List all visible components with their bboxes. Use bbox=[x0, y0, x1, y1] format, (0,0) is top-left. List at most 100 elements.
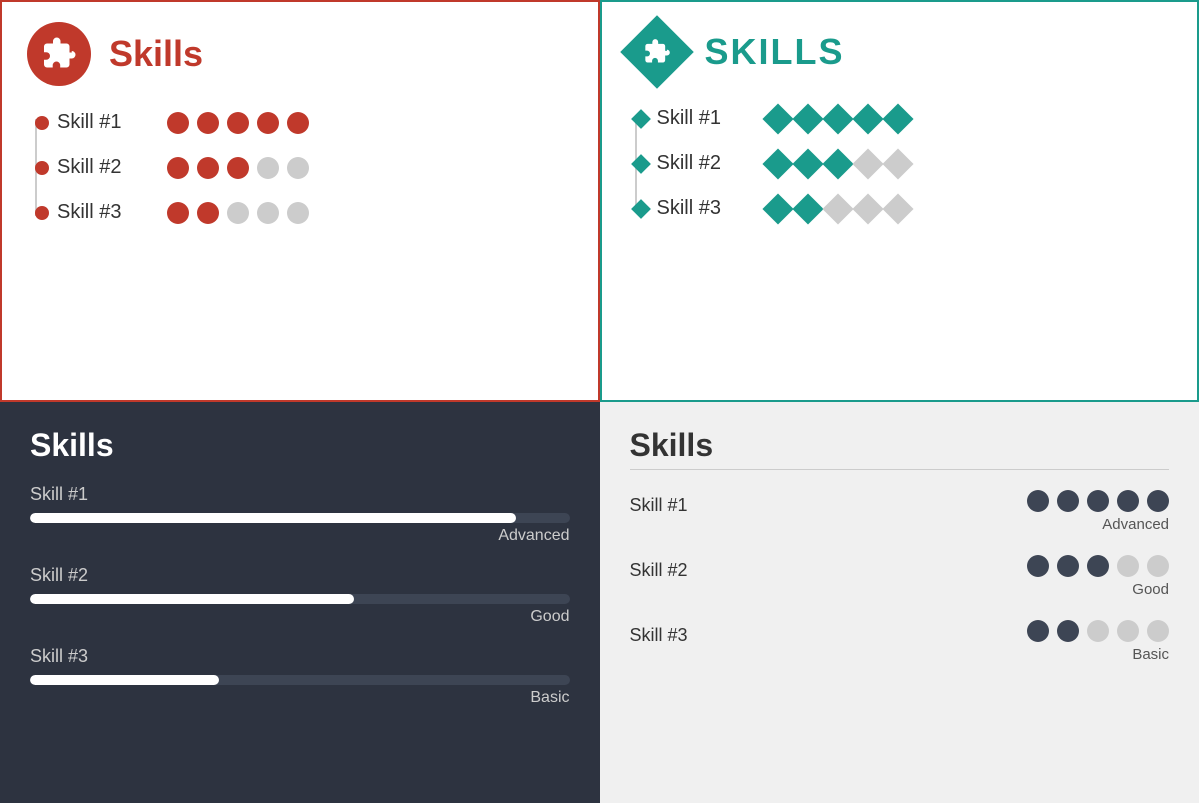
ddot-filled bbox=[792, 148, 823, 179]
dot-empty bbox=[227, 202, 249, 224]
panel2-icon-wrap bbox=[627, 22, 687, 82]
ddark-dot-filled bbox=[1087, 490, 1109, 512]
panel3-skill2-level: Good bbox=[30, 608, 570, 626]
ddot-filled bbox=[882, 103, 913, 134]
panel2-skill-3: Skill #3 bbox=[657, 197, 1173, 220]
ddot-empty bbox=[852, 193, 883, 224]
ddark-dot-empty bbox=[1147, 555, 1169, 577]
panel3-skill3-bar-fill bbox=[30, 675, 219, 685]
panel4-skill1-level: Advanced bbox=[1102, 516, 1169, 533]
panel2-skill-2: Skill #2 bbox=[657, 152, 1173, 175]
panel1-skill-2: Skill #2 bbox=[57, 156, 573, 179]
panel4-skill1-right: Advanced bbox=[740, 490, 1170, 533]
puzzle-icon bbox=[41, 36, 77, 72]
panel4-skill3-dots bbox=[1027, 620, 1169, 642]
puzzle-icon-2 bbox=[643, 38, 671, 66]
panel2-diamond-icon bbox=[620, 15, 694, 89]
ddark-dot-filled bbox=[1057, 620, 1079, 642]
panel-red-circles: Skills Skill #1 Skill #2 Skill #3 bbox=[0, 0, 600, 402]
panel1-skill-list: Skill #1 Skill #2 Skill #3 bbox=[27, 111, 573, 224]
panel-dark-bars: Skills Skill #1 Advanced Skill #2 Good S… bbox=[0, 402, 600, 803]
panel4-skill-1: Skill #1 Advanced bbox=[630, 490, 1170, 533]
panel-teal-diamonds: SKILLS Skill #1 Skill #2 Skill #3 bbox=[600, 0, 1199, 402]
panel1-skill1-name: Skill #1 bbox=[57, 111, 147, 134]
dot-filled bbox=[287, 112, 309, 134]
panel4-skill3-level: Basic bbox=[1132, 646, 1169, 663]
panel4-skill-2: Skill #2 Good bbox=[630, 555, 1170, 598]
panel3-skill2-bar-fill bbox=[30, 594, 354, 604]
panel4-skill2-right: Good bbox=[740, 555, 1170, 598]
ddot-filled bbox=[822, 103, 853, 134]
dot-filled bbox=[227, 157, 249, 179]
panel1-header: Skills bbox=[27, 22, 573, 86]
panel2-skill3-name: Skill #3 bbox=[657, 197, 747, 220]
dot-filled bbox=[227, 112, 249, 134]
dot-filled bbox=[257, 112, 279, 134]
panel4-skill-3: Skill #3 Basic bbox=[630, 620, 1170, 663]
panel3-skill-1: Skill #1 Advanced bbox=[30, 484, 570, 545]
dot-filled bbox=[167, 202, 189, 224]
panel4-skill1-name: Skill #1 bbox=[630, 490, 710, 516]
dot-empty bbox=[287, 202, 309, 224]
dot-empty bbox=[287, 157, 309, 179]
panel1-skill3-name: Skill #3 bbox=[57, 201, 147, 224]
panel-light-circles: Skills Skill #1 Advanced Skill #2 G bbox=[600, 402, 1199, 803]
panel2-header: SKILLS bbox=[627, 22, 1173, 82]
panel2-skill1-name: Skill #1 bbox=[657, 107, 747, 130]
panel3-skill-3: Skill #3 Basic bbox=[30, 646, 570, 707]
panel3-skill1-bar-wrap bbox=[30, 513, 570, 523]
panel1-skill1-dots bbox=[167, 112, 309, 134]
panel4-title: Skills bbox=[630, 427, 1170, 464]
ddark-dot-filled bbox=[1057, 555, 1079, 577]
panel3-skill2-bar-wrap bbox=[30, 594, 570, 604]
ddot-filled bbox=[762, 103, 793, 134]
panel4-skill3-name: Skill #3 bbox=[630, 620, 710, 646]
ddark-dot-empty bbox=[1147, 620, 1169, 642]
panel4-skill2-dots bbox=[1027, 555, 1169, 577]
panel2-skill1-dots bbox=[767, 108, 909, 130]
ddark-dot-empty bbox=[1087, 620, 1109, 642]
ddot-filled bbox=[822, 148, 853, 179]
ddark-dot-filled bbox=[1087, 555, 1109, 577]
dot-filled bbox=[197, 112, 219, 134]
ddark-dot-filled bbox=[1117, 490, 1139, 512]
panel2-skill-list: Skill #1 Skill #2 Skill #3 bbox=[627, 107, 1173, 220]
ddot-empty bbox=[882, 193, 913, 224]
panel2-title: SKILLS bbox=[705, 31, 845, 73]
panel3-skill3-level: Basic bbox=[30, 689, 570, 707]
panel4-skill1-dots bbox=[1027, 490, 1169, 512]
ddot-filled bbox=[792, 103, 823, 134]
panel3-skill3-name: Skill #3 bbox=[30, 646, 570, 667]
panel1-skill3-dots bbox=[167, 202, 309, 224]
ddark-dot-empty bbox=[1117, 620, 1139, 642]
ddot-filled bbox=[762, 193, 793, 224]
panel2-skill2-dots bbox=[767, 153, 909, 175]
panel1-skill-3: Skill #3 bbox=[57, 201, 573, 224]
dot-filled bbox=[197, 157, 219, 179]
dot-empty bbox=[257, 157, 279, 179]
panel3-skill1-name: Skill #1 bbox=[30, 484, 570, 505]
panel1-skill-1: Skill #1 bbox=[57, 111, 573, 134]
panel3-skill-2: Skill #2 Good bbox=[30, 565, 570, 626]
ddot-filled bbox=[792, 193, 823, 224]
panel3-skill3-bar-wrap bbox=[30, 675, 570, 685]
panel3-skill2-name: Skill #2 bbox=[30, 565, 570, 586]
ddark-dot-filled bbox=[1027, 555, 1049, 577]
panel1-skill2-name: Skill #2 bbox=[57, 156, 147, 179]
panel4-skill2-name: Skill #2 bbox=[630, 555, 710, 581]
panel2-skill2-name: Skill #2 bbox=[657, 152, 747, 175]
dot-filled bbox=[197, 202, 219, 224]
panel1-icon bbox=[27, 22, 91, 86]
panel1-title: Skills bbox=[109, 33, 203, 75]
dot-filled bbox=[167, 157, 189, 179]
dot-empty bbox=[257, 202, 279, 224]
ddark-dot-filled bbox=[1027, 490, 1049, 512]
panel3-title: Skills bbox=[30, 427, 570, 464]
ddark-dot-filled bbox=[1057, 490, 1079, 512]
ddark-dot-filled bbox=[1027, 620, 1049, 642]
panel2-skill3-dots bbox=[767, 198, 909, 220]
panel2-skill-1: Skill #1 bbox=[657, 107, 1173, 130]
ddark-dot-empty bbox=[1117, 555, 1139, 577]
panel3-skill1-bar-fill bbox=[30, 513, 516, 523]
panel1-skill2-dots bbox=[167, 157, 309, 179]
